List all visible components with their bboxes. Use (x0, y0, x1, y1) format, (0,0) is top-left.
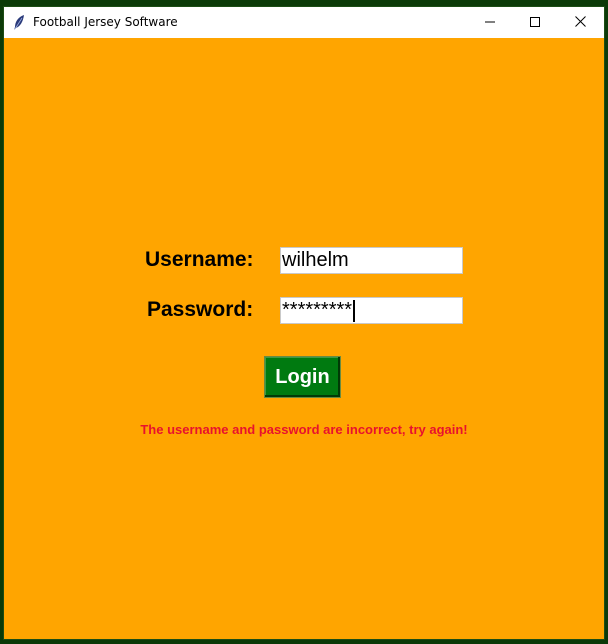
username-label: Username: (145, 248, 254, 271)
password-input[interactable] (280, 297, 463, 324)
text-cursor (353, 300, 355, 322)
close-button[interactable] (557, 7, 603, 38)
maximize-button[interactable] (512, 7, 558, 38)
password-label: Password: (147, 298, 254, 321)
username-input[interactable] (280, 247, 463, 274)
feather-icon (12, 14, 26, 31)
title-bar[interactable]: Football Jersey Software (4, 7, 604, 38)
close-icon (574, 14, 586, 32)
minimize-button[interactable] (467, 7, 513, 38)
login-panel: Username: Password: Login The username a… (4, 38, 604, 639)
minimize-icon (485, 14, 495, 32)
app-window: Football Jersey Software Username: Passw… (4, 7, 604, 639)
login-button[interactable]: Login (264, 356, 341, 398)
maximize-icon (530, 14, 540, 32)
error-message: The username and password are incorrect,… (140, 422, 468, 437)
window-title: Football Jersey Software (33, 15, 178, 29)
